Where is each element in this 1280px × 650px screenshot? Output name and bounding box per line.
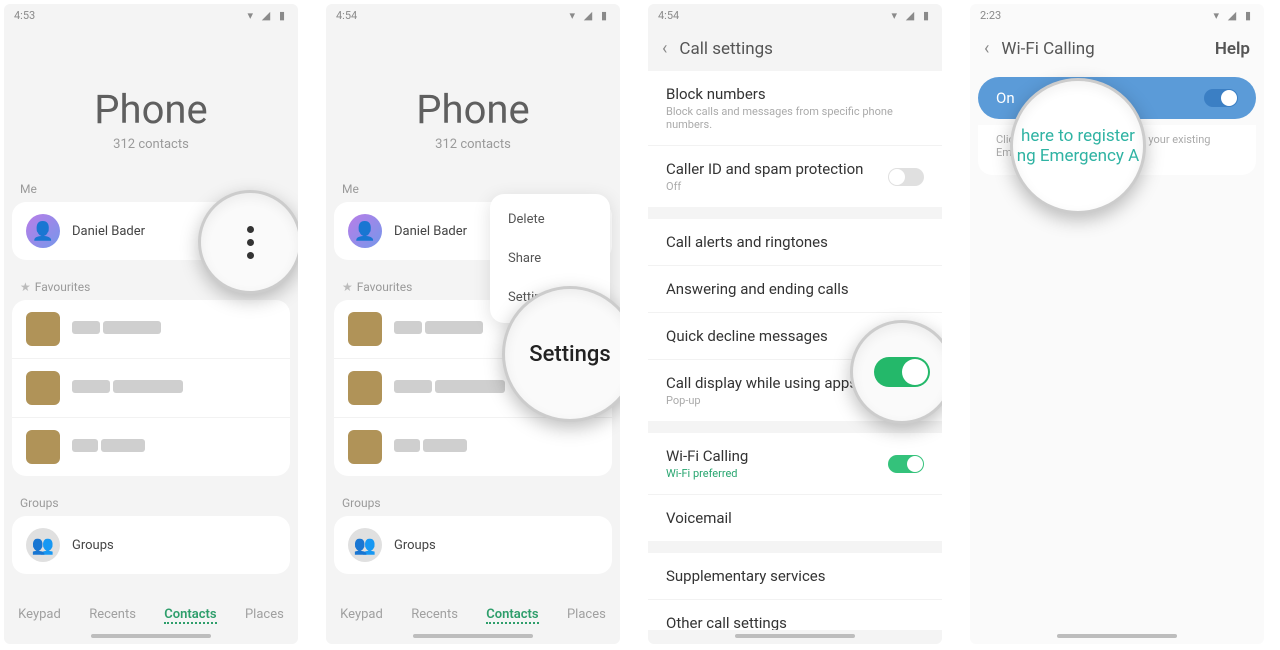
screen-wifi-calling: 2:23 ▾ ◢ ▮ ‹ Wi-Fi Calling Help On Click… [970, 4, 1264, 644]
groups-icon: 👥 [348, 528, 382, 562]
nav-handle [735, 634, 855, 638]
contact-avatar [348, 430, 382, 464]
clock: 4:54 [336, 9, 357, 22]
status-bar: 4:53 ▾ ◢ ▮ [4, 4, 298, 26]
setting-other[interactable]: Other call settings [648, 599, 942, 630]
page-header: Phone 312 contacts [326, 26, 620, 172]
star-icon: ★ [20, 280, 31, 294]
contact-avatar [26, 371, 60, 405]
topbar: ‹ Wi-Fi Calling Help [970, 26, 1264, 71]
header-title: Call settings [679, 39, 773, 59]
magnifier-register-link: here to register ng Emergency A [1010, 78, 1146, 214]
tab-keypad[interactable]: Keypad [340, 607, 383, 624]
tab-places[interactable]: Places [245, 607, 284, 624]
contact-row[interactable] [12, 417, 290, 476]
tab-recents[interactable]: Recents [89, 607, 136, 624]
page-title: Phone [4, 86, 298, 133]
status-icons: ▾ ◢ ▮ [248, 9, 289, 22]
section-a-label: A [326, 584, 620, 593]
topbar: ‹ Call settings [648, 26, 942, 71]
contact-row[interactable] [12, 300, 290, 358]
contact-avatar [26, 312, 60, 346]
groups-row[interactable]: 👥 Groups [334, 516, 612, 574]
screen-call-settings: 4:54 ▾ ◢ ▮ ‹ Call settings Block numbers… [648, 4, 942, 644]
help-button[interactable]: Help [1215, 39, 1250, 59]
contact-row[interactable] [12, 358, 290, 417]
tab-places[interactable]: Places [567, 607, 606, 624]
status-icons: ▾ ◢ ▮ [570, 9, 611, 22]
toggle-wifi-calling[interactable] [888, 455, 924, 473]
groups-icon: 👥 [26, 528, 60, 562]
setting-alerts[interactable]: Call alerts and ringtones [648, 219, 942, 265]
setting-wifi-calling[interactable]: Wi-Fi Calling Wi-Fi preferred [648, 433, 942, 494]
page-title: Phone [326, 86, 620, 133]
section-a-label: A [4, 584, 298, 593]
tab-contacts[interactable]: Contacts [164, 607, 216, 624]
avatar-icon: 👤 [348, 214, 382, 248]
overflow-icon[interactable] [247, 226, 254, 259]
status-bar: 2:23 ▾ ◢ ▮ [970, 4, 1264, 26]
contact-avatar [348, 371, 382, 405]
screen-contacts: 4:53 ▾ ◢ ▮ Phone 312 contacts Me 👤 Danie… [4, 4, 298, 644]
tab-recents[interactable]: Recents [411, 607, 458, 624]
tab-contacts[interactable]: Contacts [486, 607, 538, 624]
contact-row[interactable] [334, 417, 612, 476]
clock: 2:23 [980, 9, 1001, 22]
status-icons: ▾ ◢ ▮ [892, 9, 933, 22]
toggle-on-icon [874, 357, 930, 387]
section-groups-label: Groups [4, 486, 298, 516]
page-subtitle: 312 contacts [326, 137, 620, 152]
bottom-tabs: Keypad Recents Contacts Places [4, 593, 298, 630]
bottom-tabs: Keypad Recents Contacts Places [326, 593, 620, 630]
groups-row[interactable]: 👥 Groups [12, 516, 290, 574]
page-subtitle: 312 contacts [4, 137, 298, 152]
status-bar: 4:54 ▾ ◢ ▮ [648, 4, 942, 26]
clock: 4:54 [658, 9, 679, 22]
back-icon[interactable]: ‹ [984, 38, 989, 59]
setting-block-numbers[interactable]: Block numbers Block calls and messages f… [648, 71, 942, 145]
header-title: Wi-Fi Calling [1001, 39, 1094, 59]
avatar-icon: 👤 [26, 214, 60, 248]
screen-contacts-menu: 4:54 ▾ ◢ ▮ Phone 312 contacts Me 👤 Danie… [326, 4, 620, 644]
contact-avatar [26, 430, 60, 464]
setting-supplementary[interactable]: Supplementary services [648, 553, 942, 599]
nav-handle [91, 634, 211, 638]
setting-voicemail[interactable]: Voicemail [648, 494, 942, 541]
magnifier-overflow [198, 190, 298, 294]
menu-delete[interactable]: Delete [490, 200, 610, 239]
nav-handle [1057, 634, 1177, 638]
me-name: Daniel Bader [72, 224, 145, 239]
toggle-caller-id[interactable] [888, 168, 924, 186]
page-header: Phone 312 contacts [4, 26, 298, 172]
setting-caller-id[interactable]: Caller ID and spam protection Off [648, 145, 942, 207]
setting-answering[interactable]: Answering and ending calls [648, 265, 942, 312]
back-icon[interactable]: ‹ [662, 38, 667, 59]
clock: 4:53 [14, 9, 35, 22]
menu-share[interactable]: Share [490, 239, 610, 278]
status-icons: ▾ ◢ ▮ [1214, 9, 1255, 22]
tab-keypad[interactable]: Keypad [18, 607, 61, 624]
toggle-on-icon[interactable] [1204, 89, 1238, 107]
nav-handle [413, 634, 533, 638]
status-bar: 4:54 ▾ ◢ ▮ [326, 4, 620, 26]
contact-avatar [348, 312, 382, 346]
star-icon: ★ [342, 280, 353, 294]
me-name: Daniel Bader [394, 224, 467, 239]
section-groups-label: Groups [326, 486, 620, 516]
